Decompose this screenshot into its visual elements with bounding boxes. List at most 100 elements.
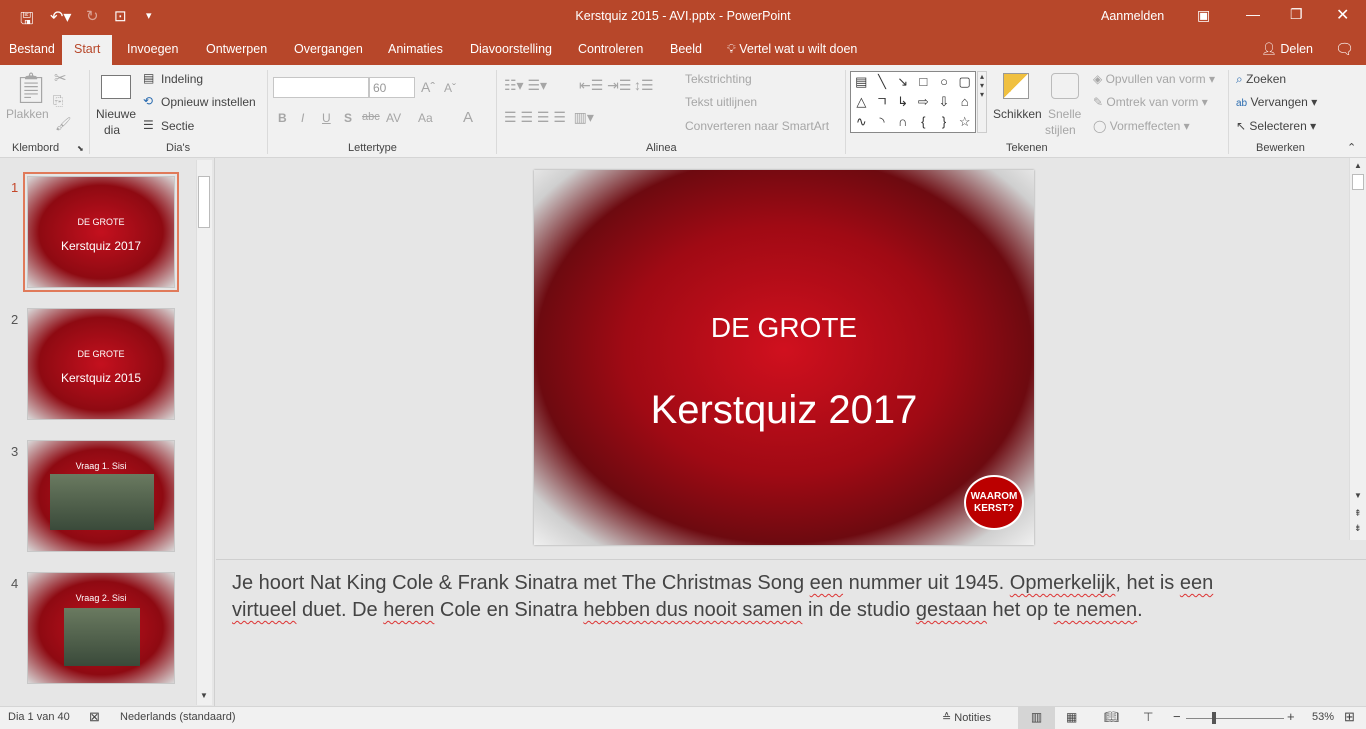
shape-fill-button[interactable]: ◈ Opvullen van vorm ▾ xyxy=(1093,72,1215,86)
undo-icon[interactable]: ↶▾ xyxy=(50,7,71,27)
previous-slide-icon[interactable]: ⇞ xyxy=(1354,508,1362,519)
shape-option[interactable]: △ xyxy=(851,92,872,112)
tab-bestand[interactable]: Bestand xyxy=(9,42,55,56)
shape-option[interactable]: □ xyxy=(913,72,934,92)
tab-animaties[interactable]: Animaties xyxy=(388,42,443,56)
replace-button[interactable]: ab Vervangen ▾ xyxy=(1236,95,1317,109)
font-color-button[interactable]: A xyxy=(463,109,473,126)
slide-thumbnail[interactable]: DE GROTE Kerstquiz 2015 xyxy=(27,308,175,420)
spellcheck-icon[interactable]: ⊠ xyxy=(89,709,100,725)
tab-diavoorstelling[interactable]: Diavoorstelling xyxy=(470,42,552,56)
shape-effects-button[interactable]: ◯ Vormeffecten ▾ xyxy=(1093,119,1190,133)
zoom-slider[interactable] xyxy=(1186,718,1284,719)
notes-toggle[interactable]: ≙ Notities xyxy=(942,711,991,724)
indent-icons[interactable]: ⇤☰ ⇥☰ xyxy=(579,77,631,94)
present-icon[interactable]: ⊡ xyxy=(114,7,127,25)
zoom-out-button[interactable]: − xyxy=(1173,709,1181,724)
language-indicator[interactable]: Nederlands (standaard) xyxy=(120,711,236,723)
scroll-down-icon[interactable]: ▼ xyxy=(200,691,208,700)
shape-outline-button[interactable]: ✎ Omtrek van vorm ▾ xyxy=(1093,95,1208,109)
share-button[interactable]: 👤︎ Delen xyxy=(1261,42,1313,57)
next-slide-icon[interactable]: ⇟ xyxy=(1354,523,1362,534)
slide-scrollbar[interactable]: ▲ ▼ ⇞ ⇟ xyxy=(1349,158,1366,540)
normal-view-icon[interactable]: ▥ xyxy=(1018,707,1055,729)
paste-button[interactable]: Plakken xyxy=(6,107,49,121)
dialog-launcher-icon[interactable]: ⬊ xyxy=(77,144,84,153)
new-slide-icon[interactable] xyxy=(101,75,131,99)
new-slide-button[interactable]: Nieuwe xyxy=(96,107,136,121)
zoom-level[interactable]: 53% xyxy=(1312,711,1334,723)
font-name-input[interactable] xyxy=(273,77,369,98)
font-size-input[interactable]: 60 xyxy=(369,77,415,98)
collapse-ribbon-icon[interactable]: ⌃ xyxy=(1347,141,1356,154)
slide-thumbnail[interactable]: DE GROTE Kerstquiz 2017 xyxy=(23,172,179,292)
shape-option[interactable]: ㄱ xyxy=(872,92,893,112)
shape-option[interactable]: } xyxy=(934,112,955,132)
align-icons[interactable]: ☰ ☰ ☰ ☰ ▥▾ xyxy=(504,109,594,126)
shape-option[interactable]: ▤ xyxy=(851,72,872,92)
shadow-button[interactable]: S xyxy=(344,111,352,125)
thumbnail-scrollbar[interactable]: ▼ xyxy=(196,160,212,705)
shape-option[interactable]: ◝ xyxy=(872,112,893,132)
quick-styles-button[interactable]: Snelle xyxy=(1048,107,1081,121)
shape-option[interactable]: ↘ xyxy=(892,72,913,92)
restore-button[interactable]: ❐ xyxy=(1290,6,1303,23)
tab-controleren[interactable]: Controleren xyxy=(578,42,643,56)
shape-option[interactable]: ▢ xyxy=(954,72,975,92)
slide-heading[interactable]: DE GROTE xyxy=(534,312,1034,344)
bold-button[interactable]: B xyxy=(278,111,287,125)
reading-view-icon[interactable]: 📖︎ xyxy=(1104,710,1119,724)
shape-option[interactable]: ○ xyxy=(934,72,955,92)
slide-thumbnail[interactable]: Vraag 1. Sisi xyxy=(27,440,175,552)
tab-overgangen[interactable]: Overgangen xyxy=(294,42,363,56)
shrink-font-icon[interactable]: Aˇ xyxy=(444,81,456,95)
tab-start[interactable]: Start xyxy=(62,35,113,65)
tell-me-box[interactable]: 💡︎ Vertel wat u wilt doen xyxy=(727,42,857,57)
paste-icon[interactable]: 📋︎ xyxy=(12,71,50,106)
find-button[interactable]: ⌕ Zoeken xyxy=(1236,72,1286,87)
slide-sorter-icon[interactable]: ▦ xyxy=(1066,710,1077,724)
qat-more-button[interactable]: ▾ xyxy=(146,9,152,22)
slide-scrollbar-thumb[interactable] xyxy=(1352,174,1364,190)
strikethrough-button[interactable]: abc xyxy=(362,111,380,123)
reset-button[interactable]: Opnieuw instellen xyxy=(161,95,256,109)
bullets-icon[interactable]: ☷▾ ☰▾ xyxy=(504,77,547,94)
smartart-button[interactable]: Converteren naar SmartArt xyxy=(685,119,829,133)
grow-font-icon[interactable]: Aˆ xyxy=(421,79,435,95)
select-button[interactable]: ↖ Selecteren ▾ xyxy=(1236,119,1316,133)
scroll-up-icon[interactable]: ▲ xyxy=(1354,161,1362,170)
slide-title[interactable]: Kerstquiz 2017 xyxy=(534,388,1034,433)
copy-icon[interactable]: ⎘ xyxy=(53,93,63,109)
fit-to-window-icon[interactable]: ⊞ xyxy=(1344,709,1355,725)
notes-pane[interactable]: Je hoort Nat King Cole & Frank Sinatra m… xyxy=(216,559,1366,706)
change-case-button[interactable]: Aa xyxy=(418,111,433,125)
close-button[interactable]: ✕ xyxy=(1336,5,1349,25)
char-spacing-button[interactable]: AV xyxy=(386,111,401,125)
cut-icon[interactable]: ✂ xyxy=(54,69,67,87)
ribbon-display-icon[interactable]: ▣ xyxy=(1197,7,1210,24)
scroll-down-icon[interactable]: ▼ xyxy=(1354,491,1362,500)
italic-button[interactable]: I xyxy=(301,111,304,125)
shape-option[interactable]: ⌂ xyxy=(954,92,975,112)
sign-in-link[interactable]: Aanmelden xyxy=(1101,9,1164,23)
shape-option[interactable]: ↳ xyxy=(892,92,913,112)
line-spacing-icon[interactable]: ↕☰ xyxy=(634,77,654,94)
shape-option[interactable]: ☆ xyxy=(954,112,975,132)
shapes-scroll[interactable]: ▴ ▾ ▾ xyxy=(977,71,987,133)
underline-button[interactable]: U xyxy=(322,111,331,125)
redo-icon[interactable]: ↻ xyxy=(86,7,99,25)
slide-canvas[interactable]: DE GROTE Kerstquiz 2017 WAAROM KERST? xyxy=(534,170,1034,545)
save-icon[interactable]: 🖫 xyxy=(20,8,34,35)
new-slide-dropdown[interactable]: dia xyxy=(104,123,120,137)
tab-ontwerpen[interactable]: Ontwerpen xyxy=(206,42,267,56)
zoom-slider-thumb[interactable] xyxy=(1211,712,1216,724)
format-painter-icon[interactable]: 🖌︎ xyxy=(55,116,72,132)
section-button[interactable]: Sectie xyxy=(161,119,194,133)
text-direction-button[interactable]: Tekstrichting xyxy=(685,72,752,86)
tab-invoegen[interactable]: Invoegen xyxy=(127,42,178,56)
tab-beeld[interactable]: Beeld xyxy=(670,42,702,56)
shapes-gallery[interactable]: ▤ ╲ ↘ □ ○ ▢ △ ㄱ ↳ ⇨ ⇩ ⌂ ∿ ◝ ∩{} ☆ xyxy=(850,71,976,133)
minimize-button[interactable]: — xyxy=(1246,6,1260,22)
slideshow-icon[interactable]: ⊤ xyxy=(1143,710,1153,724)
layout-button[interactable]: Indeling xyxy=(161,72,203,86)
